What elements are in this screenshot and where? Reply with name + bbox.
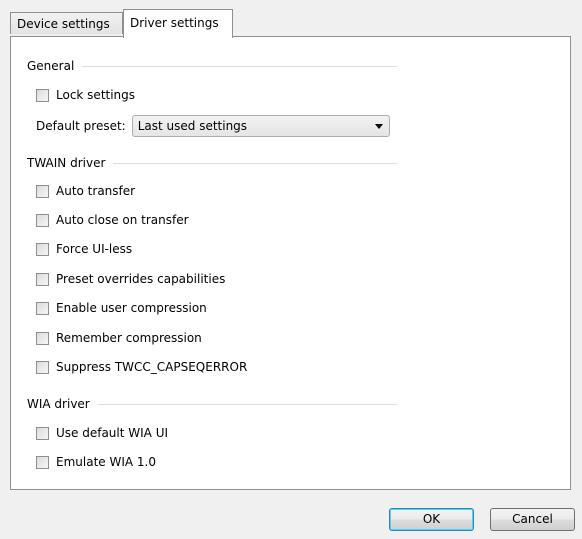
suppress-capseqerror-checkbox[interactable]: Suppress TWCC_CAPSEQERROR bbox=[36, 359, 247, 375]
tab-label: Device settings bbox=[17, 17, 110, 31]
checkbox-label: Lock settings bbox=[56, 88, 136, 102]
checkbox-label: Auto close on transfer bbox=[56, 213, 189, 227]
remember-compression-checkbox[interactable]: Remember compression bbox=[36, 330, 202, 346]
group-header-general: General bbox=[27, 58, 397, 74]
group-header-wia: WIA driver bbox=[27, 396, 397, 412]
checkbox-label: Remember compression bbox=[56, 331, 202, 345]
checkbox-box[interactable] bbox=[36, 88, 49, 102]
lock-settings-checkbox[interactable]: Lock settings bbox=[36, 87, 135, 103]
select-value: Last used settings bbox=[137, 119, 248, 133]
group-divider bbox=[113, 162, 397, 164]
checkbox-box[interactable] bbox=[36, 331, 49, 345]
checkbox-label: Enable user compression bbox=[56, 301, 207, 315]
emulate-wia-1-0-checkbox[interactable]: Emulate WIA 1.0 bbox=[36, 454, 156, 470]
group-divider bbox=[97, 403, 397, 405]
use-default-wia-ui-checkbox[interactable]: Use default WIA UI bbox=[36, 425, 168, 441]
group-title: General bbox=[27, 59, 75, 73]
chevron-down-icon bbox=[374, 124, 383, 129]
group-header-twain: TWAIN driver bbox=[27, 155, 397, 171]
checkbox-label: Use default WIA UI bbox=[56, 426, 169, 440]
checkbox-box[interactable] bbox=[36, 242, 49, 256]
checkbox-box[interactable] bbox=[36, 272, 49, 286]
auto-transfer-checkbox[interactable]: Auto transfer bbox=[36, 183, 135, 199]
default-preset-label: Default preset: bbox=[36, 119, 126, 133]
checkbox-label: Emulate WIA 1.0 bbox=[56, 455, 156, 469]
checkbox-box[interactable] bbox=[36, 301, 49, 315]
default-preset-row: Default preset: Last used settings bbox=[36, 115, 390, 137]
tab-driver-settings[interactable]: Driver settings bbox=[123, 9, 233, 38]
checkbox-box[interactable] bbox=[36, 455, 49, 469]
ok-button[interactable]: OK bbox=[389, 508, 474, 531]
group-title: TWAIN driver bbox=[27, 156, 106, 170]
tab-label: Driver settings bbox=[130, 16, 219, 30]
driver-settings-panel bbox=[10, 36, 571, 490]
checkbox-box[interactable] bbox=[36, 213, 49, 227]
checkbox-label: Force UI-less bbox=[56, 242, 133, 256]
checkbox-box[interactable] bbox=[36, 360, 49, 374]
cancel-button[interactable]: Cancel bbox=[490, 508, 575, 531]
checkbox-label: Preset overrides capabilities bbox=[56, 272, 226, 286]
group-divider bbox=[82, 65, 397, 67]
force-ui-less-checkbox[interactable]: Force UI-less bbox=[36, 241, 132, 257]
tab-device-settings[interactable]: Device settings bbox=[10, 12, 123, 34]
auto-close-on-transfer-checkbox[interactable]: Auto close on transfer bbox=[36, 212, 189, 228]
checkbox-box[interactable] bbox=[36, 426, 49, 440]
checkbox-label: Auto transfer bbox=[56, 184, 136, 198]
preset-overrides-capabilities-checkbox[interactable]: Preset overrides capabilities bbox=[36, 271, 225, 287]
default-preset-select[interactable]: Last used settings bbox=[131, 115, 390, 137]
checkbox-label: Suppress TWCC_CAPSEQERROR bbox=[56, 360, 248, 374]
group-title: WIA driver bbox=[27, 397, 90, 411]
enable-user-compression-checkbox[interactable]: Enable user compression bbox=[36, 300, 207, 316]
checkbox-box[interactable] bbox=[36, 184, 49, 198]
